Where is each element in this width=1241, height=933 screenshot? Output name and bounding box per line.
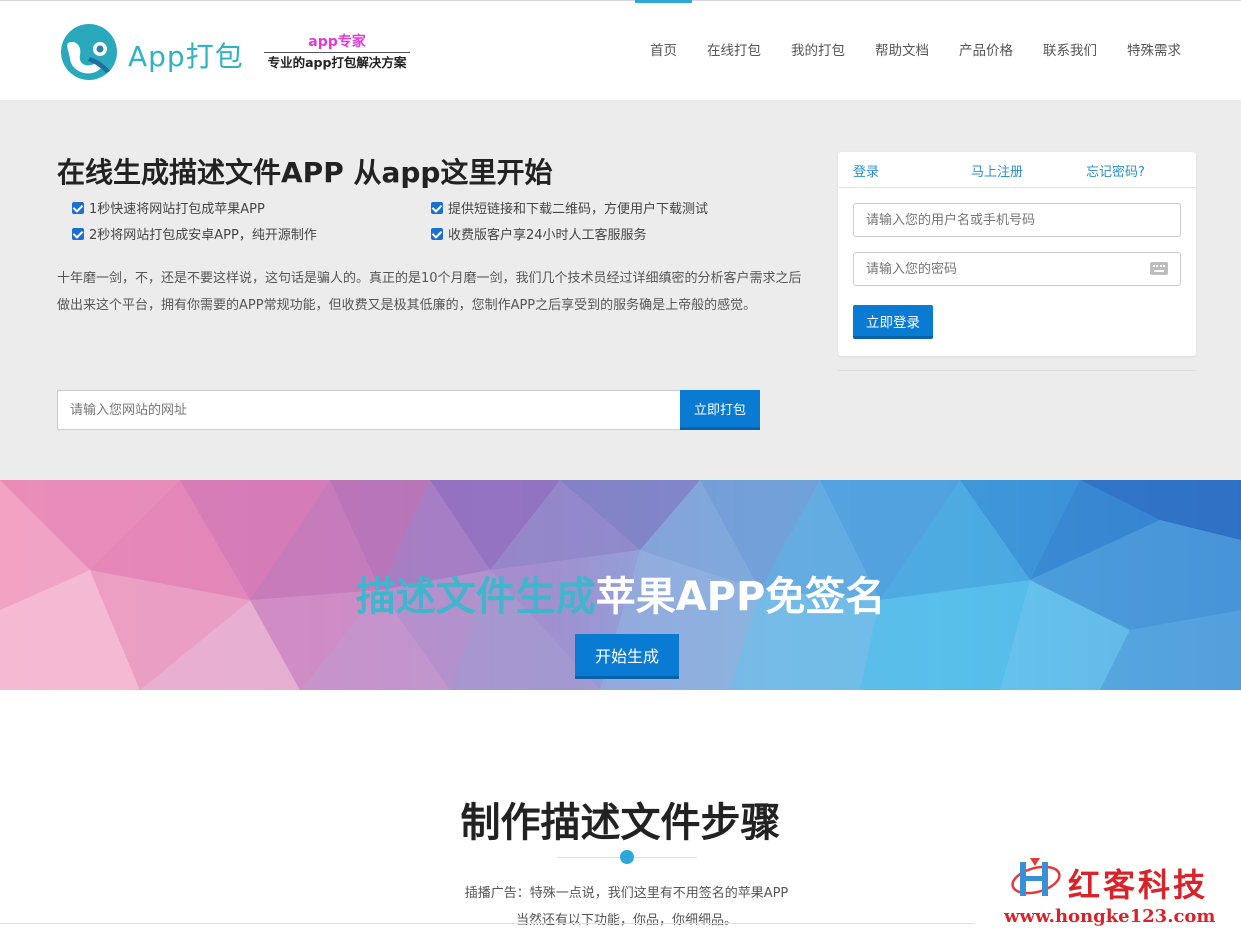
nav-item-my-packs[interactable]: 我的打包 <box>776 1 860 102</box>
login-divider <box>838 370 1196 371</box>
slogan-divider <box>264 52 410 53</box>
url-form: 立即打包 <box>57 390 760 430</box>
feature-text: 收费版客户享24小时人工客服服务 <box>448 228 647 243</box>
nav-item-pricing[interactable]: 产品价格 <box>944 1 1028 102</box>
tab-login[interactable]: 登录 <box>853 161 879 180</box>
feature-item: 收费版客户享24小时人工客服服务 <box>431 224 647 243</box>
banner-title: 描述文件生成苹果APP免签名 <box>0 564 1241 622</box>
slogan-top: app专家 <box>308 34 366 50</box>
tab-forgot-password[interactable]: 忘记密码? <box>1086 161 1145 180</box>
password-field-wrap <box>838 252 1196 286</box>
checkbox-icon <box>72 201 84 214</box>
watermark-name: 红客科技 <box>1068 866 1209 904</box>
hero-description: 十年磨一剑，不，还是不要这样说，这句话是骗人的。真正的是10个月磨一剑，我们几个… <box>57 271 802 313</box>
nav-item-contact[interactable]: 联系我们 <box>1028 1 1112 102</box>
logo-text[interactable]: App打包 <box>128 35 244 75</box>
keyboard-icon[interactable] <box>1150 262 1168 275</box>
login-tabs: 登录 马上注册 忘记密码? <box>838 152 1196 188</box>
url-input[interactable] <box>57 390 680 430</box>
nav-item-special-request[interactable]: 特殊需求 <box>1112 1 1196 102</box>
bottom-divider <box>0 923 975 924</box>
tab-register[interactable]: 马上注册 <box>971 161 1023 180</box>
password-input[interactable] <box>853 252 1181 286</box>
login-panel: 登录 马上注册 忘记密码? 立即登录 <box>838 152 1196 356</box>
watermark-logo-icon <box>1011 858 1061 896</box>
feature-text: 提供短链接和下载二维码，方便用户下载测试 <box>448 202 709 217</box>
feature-item: 2秒将网站打包成安卓APP，纯开源制作 <box>72 224 317 243</box>
start-generate-button[interactable]: 开始生成 <box>575 634 679 679</box>
logo-icon[interactable] <box>60 23 118 81</box>
slogan-bottom: 专业的app打包解决方案 <box>267 55 407 70</box>
pack-now-button[interactable]: 立即打包 <box>680 390 760 430</box>
site-header: App打包 app专家 专业的app打包解决方案 首页 在线打包 我的打包 帮助… <box>0 0 1241 101</box>
feature-item: 1秒快速将网站打包成苹果APP <box>72 198 265 217</box>
username-input[interactable] <box>853 203 1181 237</box>
watermark: 红客科技 www.hongke123.com <box>1004 852 1236 930</box>
banner-title-rest: 苹果APP免签名 <box>595 574 886 620</box>
hero-section: 在线生成描述文件APP 从app这里开始 1秒快速将网站打包成苹果APP 提供短… <box>0 101 1241 480</box>
banner-title-highlight: 描述文件生成 <box>355 574 596 620</box>
promo-banner: 描述文件生成苹果APP免签名 开始生成 <box>0 480 1241 690</box>
nav-item-help-docs[interactable]: 帮助文档 <box>860 1 944 102</box>
feature-text: 2秒将网站打包成安卓APP，纯开源制作 <box>89 228 317 243</box>
checkbox-icon <box>431 201 443 214</box>
steps-title: 制作描述文件步骤 <box>460 800 781 846</box>
feature-text: 1秒快速将网站打包成苹果APP <box>89 202 265 217</box>
hero-title: 在线生成描述文件APP 从app这里开始 <box>57 156 553 189</box>
nav-item-online-pack[interactable]: 在线打包 <box>692 1 776 102</box>
checkbox-icon <box>431 227 443 240</box>
main-nav: 首页 在线打包 我的打包 帮助文档 产品价格 联系我们 特殊需求 <box>635 0 1196 102</box>
checkbox-icon <box>72 227 84 240</box>
nav-item-home[interactable]: 首页 <box>635 0 692 102</box>
divider-dot <box>620 850 634 864</box>
watermark-url: www.hongke123.com <box>1004 906 1216 927</box>
feature-item: 提供短链接和下载二维码，方便用户下载测试 <box>431 198 708 217</box>
login-button[interactable]: 立即登录 <box>853 305 933 339</box>
slogan: app专家 专业的app打包解决方案 <box>264 34 410 71</box>
